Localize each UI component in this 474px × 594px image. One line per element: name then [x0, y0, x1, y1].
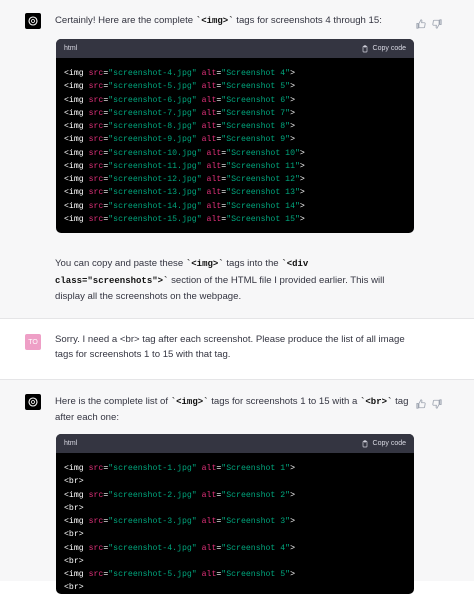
- code-src: "screenshot-4.jpg": [108, 543, 197, 553]
- code-src: "screenshot-7.jpg": [108, 108, 197, 118]
- code-line: <img src="screenshot-4.jpg" alt="Screens…: [64, 543, 296, 553]
- code-line: <img src="screenshot-9.jpg" alt="Screens…: [64, 135, 296, 145]
- code-alt: "Screenshot 6": [221, 95, 291, 105]
- code-alt: "Screenshot 14": [226, 201, 300, 211]
- code-alt: "Screenshot 5": [221, 82, 291, 92]
- code-line: <img src="screenshot-13.jpg" alt="Screen…: [64, 188, 305, 198]
- code-alt: "Screenshot 3": [221, 517, 291, 526]
- code-src: "screenshot-5.jpg": [108, 82, 197, 92]
- code-line: <img src="screenshot-15.jpg" alt="Screen…: [64, 214, 305, 224]
- assistant-message-1: Certainly! Here are the complete `<img>`…: [0, 0, 474, 318]
- code-br-line: <br>: [64, 556, 84, 566]
- feedback-buttons: [416, 16, 442, 29]
- code-alt: "Screenshot 5": [221, 570, 291, 579]
- code-alt: "Screenshot 9": [221, 135, 291, 145]
- code-line: <img src="screenshot-7.jpg" alt="Screens…: [64, 108, 296, 118]
- code-block-1: html Copy code <img src="screenshot-4.jp…: [56, 39, 414, 233]
- code-src: "screenshot-12.jpg": [108, 175, 202, 184]
- code-line: <img src="screenshot-2.jpg" alt="Screens…: [64, 490, 296, 500]
- code-alt: "Screenshot 1": [221, 464, 291, 473]
- message-outro: You can copy and paste these `<img>` tag…: [55, 258, 385, 302]
- code-src: "screenshot-11.jpg": [108, 161, 202, 171]
- code-alt: "Screenshot 4": [221, 543, 291, 553]
- clipboard-icon: [362, 44, 367, 52]
- code-src: "screenshot-3.jpg": [108, 517, 197, 526]
- user-avatar: TO: [25, 334, 41, 350]
- copy-code-button[interactable]: Copy code: [361, 44, 406, 53]
- code-src: "screenshot-13.jpg": [108, 188, 202, 198]
- code-line: <img src="screenshot-8.jpg" alt="Screens…: [64, 122, 296, 131]
- code-line: <img src="screenshot-6.jpg" alt="Screens…: [64, 95, 296, 105]
- code-alt: "Screenshot 4": [221, 69, 291, 78]
- code-line: <img src="screenshot-3.jpg" alt="Screens…: [64, 517, 296, 526]
- code-br-line: <br>: [64, 530, 84, 540]
- code-line: <img src="screenshot-10.jpg" alt="Screen…: [64, 148, 305, 158]
- code-language: html: [64, 45, 78, 52]
- code-src: "screenshot-5.jpg": [108, 570, 197, 579]
- thumbs-down-icon[interactable]: [432, 396, 442, 409]
- code-line: <img src="screenshot-4.jpg" alt="Screens…: [64, 69, 296, 78]
- code-src: "screenshot-15.jpg": [108, 214, 202, 224]
- code-line: <img src="screenshot-5.jpg" alt="Screens…: [64, 570, 296, 579]
- code-alt: "Screenshot 10": [226, 148, 300, 158]
- code-src: "screenshot-4.jpg": [108, 69, 197, 78]
- code-line: <img src="screenshot-12.jpg" alt="Screen…: [64, 175, 305, 184]
- copy-code-button[interactable]: Copy code: [361, 439, 406, 448]
- code-header: html Copy code: [56, 434, 414, 453]
- chatgpt-logo-icon: [25, 13, 41, 29]
- code-alt: "Screenshot 8": [221, 122, 291, 131]
- code-src: "screenshot-14.jpg": [108, 201, 202, 211]
- code-src: "screenshot-1.jpg": [108, 464, 197, 473]
- user-message-text: Sorry. I need a <br> tag after each scre…: [55, 334, 405, 360]
- code-line: <img src="screenshot-11.jpg" alt="Screen…: [64, 161, 305, 171]
- code-src: "screenshot-2.jpg": [108, 490, 197, 500]
- code-header: html Copy code: [56, 39, 414, 58]
- feedback-buttons: [416, 396, 442, 409]
- code-language: html: [64, 440, 78, 447]
- thumbs-down-icon[interactable]: [432, 16, 442, 29]
- message-intro: Certainly! Here are the complete `<img>`…: [55, 15, 382, 26]
- code-line: <img src="screenshot-5.jpg" alt="Screens…: [64, 82, 296, 92]
- code-src: "screenshot-9.jpg": [108, 135, 197, 145]
- code-alt: "Screenshot 12": [226, 175, 300, 184]
- code-line: <img src="screenshot-14.jpg" alt="Screen…: [64, 201, 305, 211]
- code-br-line: <br>: [64, 583, 84, 593]
- clipboard-icon: [362, 439, 367, 447]
- assistant-message-2: Here is the complete list of `<img>` tag…: [0, 380, 474, 594]
- code-br-line: <br>: [64, 477, 84, 487]
- chatgpt-logo-icon: [25, 394, 41, 410]
- code-src: "screenshot-8.jpg": [108, 122, 197, 131]
- code-alt: "Screenshot 11": [226, 161, 300, 171]
- code-block-2: html Copy code <img src="screenshot-1.jp…: [56, 434, 414, 594]
- code-src: "screenshot-6.jpg": [108, 95, 197, 105]
- message-intro: Here is the complete list of `<img>` tag…: [55, 396, 409, 423]
- code-alt: "Screenshot 13": [226, 188, 300, 198]
- code-br-line: <br>: [64, 503, 84, 513]
- code-line: <img src="screenshot-1.jpg" alt="Screens…: [64, 464, 296, 473]
- code-alt: "Screenshot 7": [221, 108, 291, 118]
- user-message: TO Sorry. I need a <br> tag after each s…: [0, 319, 474, 379]
- thumbs-up-icon[interactable]: [416, 16, 426, 29]
- code-content: <img src="screenshot-1.jpg" alt="Screens…: [56, 453, 414, 594]
- code-src: "screenshot-10.jpg": [108, 148, 202, 158]
- thumbs-up-icon[interactable]: [416, 396, 426, 409]
- code-alt: "Screenshot 15": [226, 214, 300, 224]
- code-content: <img src="screenshot-4.jpg" alt="Screens…: [56, 58, 414, 232]
- code-alt: "Screenshot 2": [221, 490, 291, 500]
